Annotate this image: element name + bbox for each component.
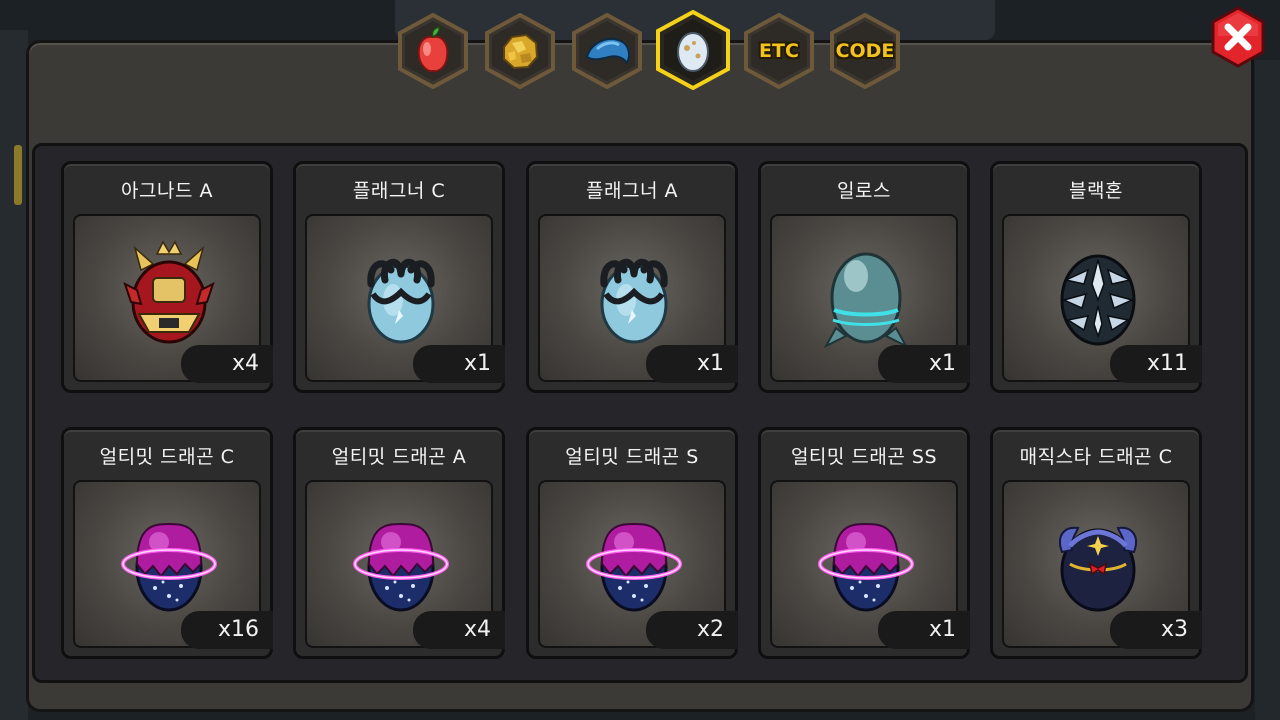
background-right: [1255, 60, 1280, 720]
item-count: x11: [1110, 345, 1202, 383]
item-count: x1: [878, 611, 970, 649]
blackhorn-egg-icon: [1060, 254, 1136, 346]
item-name: 매직스타 드래곤 C: [1019, 446, 1173, 468]
item-name: 아그나드 A: [121, 180, 213, 202]
item-card[interactable]: 얼티밋 드래곤 C x16: [61, 427, 273, 659]
tab-code[interactable]: CODE: [827, 13, 903, 89]
agnad-egg-icon: [123, 240, 215, 344]
item-name: 얼티밋 드래곤 S: [565, 446, 699, 468]
item-count: x4: [413, 611, 505, 649]
item-count: x3: [1110, 611, 1202, 649]
item-card[interactable]: 얼티밋 드래곤 A x4: [293, 427, 505, 659]
flagner-egg-icon: [367, 258, 435, 344]
background-left: [0, 30, 28, 720]
item-name: 얼티밋 드래곤 C: [99, 446, 235, 468]
item-card[interactable]: 얼티밋 드래곤 SS x1: [758, 427, 970, 659]
item-count: x2: [646, 611, 738, 649]
ilos-egg-icon: [823, 252, 909, 349]
item-card[interactable]: 매직스타 드래곤 C x3: [990, 427, 1202, 659]
ultimate-egg-icon: [121, 522, 217, 612]
close-button[interactable]: [1207, 6, 1269, 68]
item-name: 얼티밋 드래곤 SS: [790, 446, 938, 468]
tab-etc[interactable]: ETC: [741, 13, 817, 89]
tab-label: [482, 13, 558, 89]
item-name: 블랙혼: [1069, 180, 1123, 202]
magicstar-egg-icon: [1059, 526, 1137, 612]
tab-label: [569, 13, 645, 89]
item-card[interactable]: 얼티밋 드래곤 S x2: [526, 427, 738, 659]
tab-label-code: CODE: [835, 40, 895, 62]
close-icon: [1211, 6, 1265, 68]
tab-label: [653, 10, 729, 86]
item-card[interactable]: 블랙혼 x11: [990, 161, 1202, 393]
flagner-egg-icon: [600, 258, 668, 344]
item-name: 얼티밋 드래곤 A: [331, 446, 467, 468]
ultimate-egg-icon: [586, 522, 682, 612]
tab-label-etc: ETC: [759, 40, 799, 62]
tab-label: [395, 13, 471, 89]
tab-gold-ore[interactable]: [482, 13, 558, 89]
tab-claw[interactable]: [569, 13, 645, 89]
tab-fruit[interactable]: [395, 13, 471, 89]
item-count: x4: [181, 345, 273, 383]
item-card[interactable]: 아그나드 A x4: [61, 161, 273, 393]
tab-egg[interactable]: [653, 10, 733, 90]
item-name: 플래그너 A: [586, 180, 678, 202]
item-card[interactable]: 일로스 x1: [758, 161, 970, 393]
item-name: 플래그너 C: [352, 180, 446, 202]
ultimate-egg-icon: [818, 522, 914, 612]
background-notch: [14, 145, 22, 205]
item-name: 일로스: [837, 180, 891, 202]
item-card[interactable]: 플래그너 C x1: [293, 161, 505, 393]
item-card[interactable]: 플래그너 A x1: [526, 161, 738, 393]
item-count: x16: [181, 611, 273, 649]
item-count: x1: [413, 345, 505, 383]
item-count: x1: [878, 345, 970, 383]
ultimate-egg-icon: [353, 522, 449, 612]
item-count: x1: [646, 345, 738, 383]
